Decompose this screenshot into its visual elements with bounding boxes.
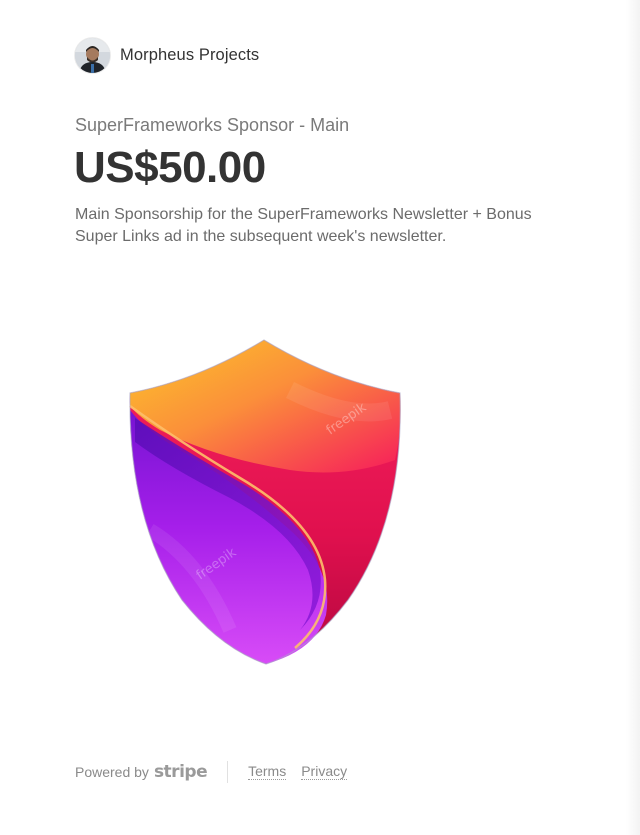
avatar — [75, 37, 110, 73]
product-description: Main Sponsorship for the SuperFrameworks… — [75, 206, 532, 245]
checkout-page: Morpheus Projects SuperFrameworks Sponso… — [0, 0, 640, 835]
shield-logo-icon: freepik freepik — [129, 339, 401, 665]
terms-link[interactable]: Terms — [248, 764, 287, 780]
product-image: freepik freepik — [120, 330, 410, 675]
merchant-header: Morpheus Projects — [75, 37, 259, 73]
product-name: SuperFrameworks Sponsor - Main — [75, 115, 350, 135]
user-avatar-icon — [75, 37, 110, 73]
privacy-link[interactable]: Privacy — [301, 764, 348, 780]
powered-by-stripe[interactable]: Powered by stripe — [75, 762, 208, 782]
merchant-name: Morpheus Projects — [120, 45, 260, 64]
product-price: US$50.00 — [74, 143, 266, 192]
stripe-logo: stripe — [153, 762, 208, 782]
page-edge-shadow — [626, 0, 640, 835]
footer-divider — [227, 761, 229, 783]
footer: Powered by stripe Terms Privacy — [75, 760, 348, 784]
powered-by-label: Powered by — [75, 764, 149, 780]
